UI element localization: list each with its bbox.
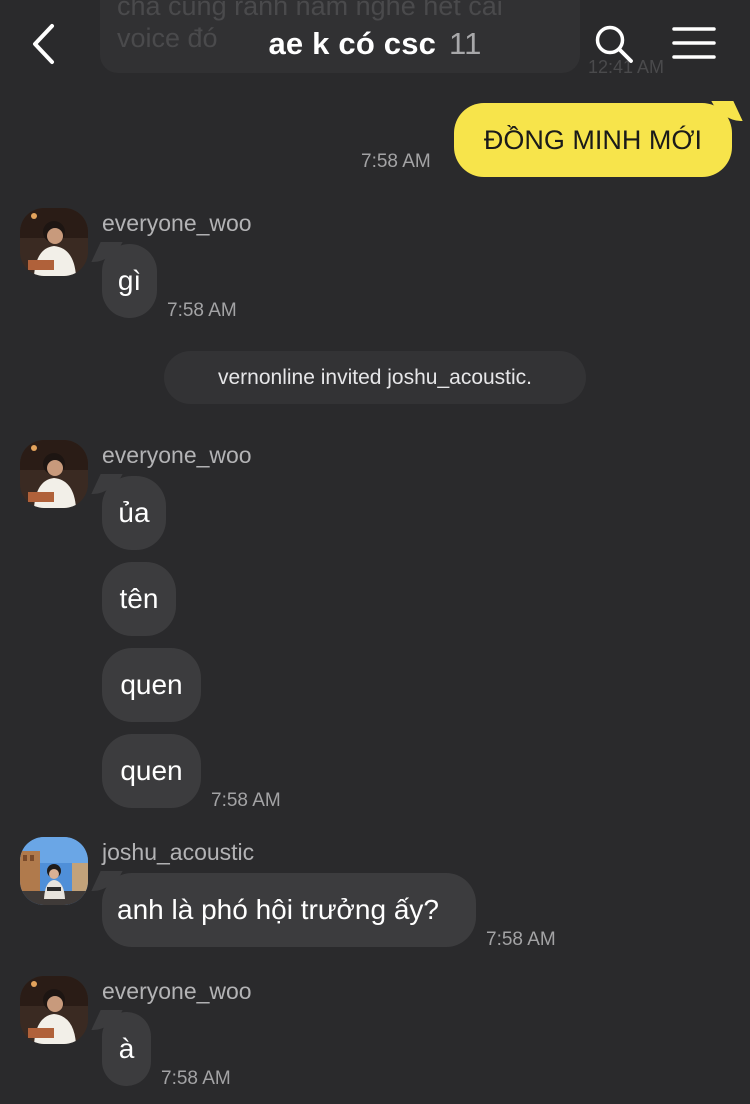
avatar[interactable] — [20, 440, 88, 508]
avatar-photo-icon — [20, 208, 88, 276]
sender-username[interactable]: joshu_acoustic — [102, 839, 254, 866]
message-bubble[interactable]: gì — [102, 244, 157, 318]
message-text: quen — [120, 669, 183, 700]
avatar-photo-icon — [20, 837, 88, 905]
search-button[interactable] — [594, 24, 634, 64]
system-notice-text: vernonline invited joshu_acoustic. — [217, 366, 533, 389]
avatar-photo-icon — [20, 440, 88, 508]
message-text: à — [118, 1033, 135, 1064]
avatar[interactable] — [20, 837, 88, 905]
message-bubble[interactable]: tên — [102, 562, 176, 636]
message-text: ĐỒNG MINH MỚI — [483, 125, 703, 155]
message-text: gì — [117, 265, 142, 296]
chat-screen: cha cũng rảnh nằm nghe hết cái voice đó … — [0, 0, 750, 1104]
message-time: 7:58 AM — [167, 300, 237, 321]
search-icon — [595, 25, 633, 63]
message-time: 7:58 AM — [161, 1068, 231, 1089]
chat-header: ae k có csc 11 — [0, 0, 750, 88]
message-time: 7:58 AM — [211, 790, 281, 811]
hamburger-menu-icon — [672, 27, 716, 59]
message-bubble[interactable]: anh là phó hội trưởng ấy? — [102, 873, 476, 947]
avatar-photo-icon — [20, 976, 88, 1044]
message-bubble[interactable]: à — [102, 1012, 151, 1086]
chat-title[interactable]: ae k có csc 11 — [0, 26, 750, 62]
message-bubble[interactable]: ủa — [102, 476, 166, 550]
message-text: tên — [119, 583, 159, 614]
sender-username[interactable]: everyone_woo — [102, 978, 252, 1005]
avatar[interactable] — [20, 208, 88, 276]
my-message-bubble[interactable]: ĐỒNG MINH MỚI — [454, 103, 732, 177]
message-bubble[interactable]: quen — [102, 648, 201, 722]
system-notice: vernonline invited joshu_acoustic. — [164, 351, 586, 404]
sender-username[interactable]: everyone_woo — [102, 210, 252, 237]
message-time: 7:58 AM — [486, 929, 556, 950]
message-text: ủa — [118, 497, 150, 528]
message-text: quen — [120, 755, 183, 786]
avatar[interactable] — [20, 976, 88, 1044]
message-time: 7:58 AM — [361, 151, 431, 172]
member-count: 11 — [448, 26, 482, 61]
menu-button[interactable] — [672, 26, 716, 60]
message-bubble[interactable]: quen — [102, 734, 201, 808]
message-text: anh là phó hội trưởng ấy? — [117, 894, 439, 925]
chat-title-text: ae k có csc — [268, 26, 437, 61]
sender-username[interactable]: everyone_woo — [102, 442, 252, 469]
